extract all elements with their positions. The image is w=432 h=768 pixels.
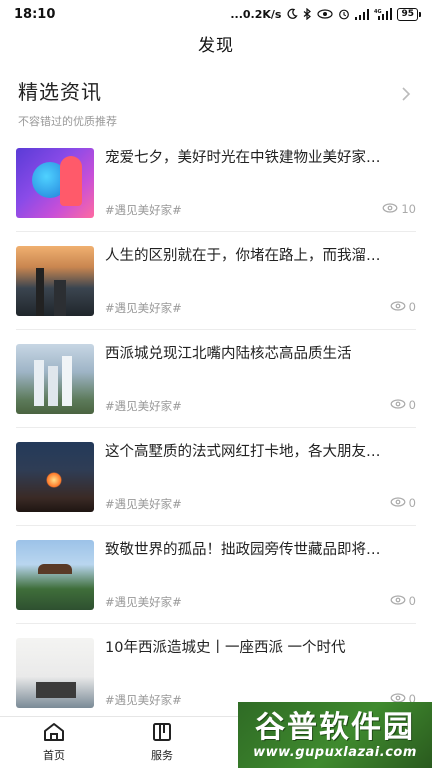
network-speed: ...0.2K/s [230, 7, 282, 21]
bluetooth-icon [303, 8, 312, 20]
section-header: 精选资讯 不容错过的优质推荐 [0, 64, 432, 134]
news-tag: #遇见美好家# [105, 594, 182, 609]
nav-label: 服务 [151, 749, 173, 762]
eye-icon [390, 594, 406, 608]
view-count-value: 0 [408, 593, 416, 608]
eye-icon [390, 398, 406, 412]
news-thumbnail [16, 539, 94, 610]
news-title: 人生的区别就在于，你堵在路上，而我溜… [105, 247, 381, 264]
news-tag: #遇见美好家# [105, 398, 182, 413]
signal-4g-icon: 4G [374, 8, 393, 20]
eye-icon [390, 300, 406, 314]
list-item[interactable]: 这个高墅质的法式网红打卡地，各大朋友… #遇见美好家# 0 [16, 428, 416, 526]
news-thumbnail [16, 638, 94, 708]
news-tag: #遇见美好家# [105, 300, 182, 315]
news-thumbnail [16, 343, 94, 414]
news-title: 10年西派造城史丨一座西派 一个时代 [105, 640, 346, 656]
list-item[interactable]: 致敬世界的孤品！拙政园旁传世藏品即将… #遇见美好家# 0 [16, 526, 416, 624]
svg-text:4G: 4G [374, 9, 382, 15]
news-thumbnail [16, 245, 94, 316]
status-bar: 18:10 ...0.2K/s 4G 95 [0, 0, 432, 28]
news-thumbnail [16, 441, 94, 512]
view-count-value: 0 [408, 495, 416, 510]
news-tag: #遇见美好家# [105, 496, 182, 511]
nav-label: 首页 [43, 749, 65, 762]
view-count: 0 [390, 594, 416, 608]
view-count: 10 [382, 202, 416, 216]
list-item[interactable]: 宠爱七夕，美好时光在中铁建物业美好家… #遇见美好家# 10 [16, 134, 416, 232]
watermark-url: www.gupuxlazai.com [253, 744, 417, 760]
alarm-icon [338, 8, 350, 20]
news-list: 宠爱七夕，美好时光在中铁建物业美好家… #遇见美好家# 10 人生的区别就在于，… [0, 134, 432, 722]
watermark-title: 谷普软件园 [255, 709, 415, 745]
section-subtitle: 不容错过的优质推荐 [18, 115, 117, 128]
page-title: 发现 [198, 36, 234, 56]
eye-icon [317, 9, 334, 19]
view-count-value: 0 [408, 299, 416, 314]
view-count: 0 [390, 398, 416, 412]
view-count: 0 [390, 496, 416, 510]
nav-item-service[interactable]: 服务 [108, 717, 216, 768]
list-item[interactable]: 人生的区别就在于，你堵在路上，而我溜… #遇见美好家# 0 [16, 232, 416, 330]
news-tag: #遇见美好家# [105, 693, 182, 707]
section-title: 精选资讯 [18, 80, 102, 104]
news-thumbnail [16, 147, 94, 218]
watermark-logo: 谷普软件园 www.gupuxlazai.com [238, 702, 432, 768]
moon-icon [286, 8, 299, 20]
news-title: 宠爱七夕，美好时光在中铁建物业美好家… [105, 149, 381, 166]
view-count-value: 0 [408, 397, 416, 412]
signal-icon [355, 8, 370, 20]
news-tag: #遇见美好家# [105, 202, 182, 217]
news-title: 这个高墅质的法式网红打卡地，各大朋友… [105, 443, 381, 460]
view-count-value: 10 [401, 201, 416, 216]
view-count: 0 [390, 300, 416, 314]
list-item[interactable]: 西派城兑现江北嘴内陆核芯高品质生活 #遇见美好家# 0 [16, 330, 416, 428]
eye-icon [390, 496, 406, 510]
home-icon [43, 722, 65, 745]
status-time: 18:10 [14, 6, 56, 22]
battery-icon: 95 [397, 7, 421, 21]
news-title: 西派城兑现江北嘴内陆核芯高品质生活 [105, 345, 352, 362]
service-grid-icon [152, 722, 172, 745]
chevron-right-icon[interactable] [396, 84, 416, 104]
news-title: 致敬世界的孤品！拙政园旁传世藏品即将… [105, 541, 381, 558]
status-icons: ...0.2K/s 4G 95 [230, 7, 421, 21]
eye-icon [382, 202, 398, 216]
nav-item-home[interactable]: 首页 [0, 717, 108, 768]
